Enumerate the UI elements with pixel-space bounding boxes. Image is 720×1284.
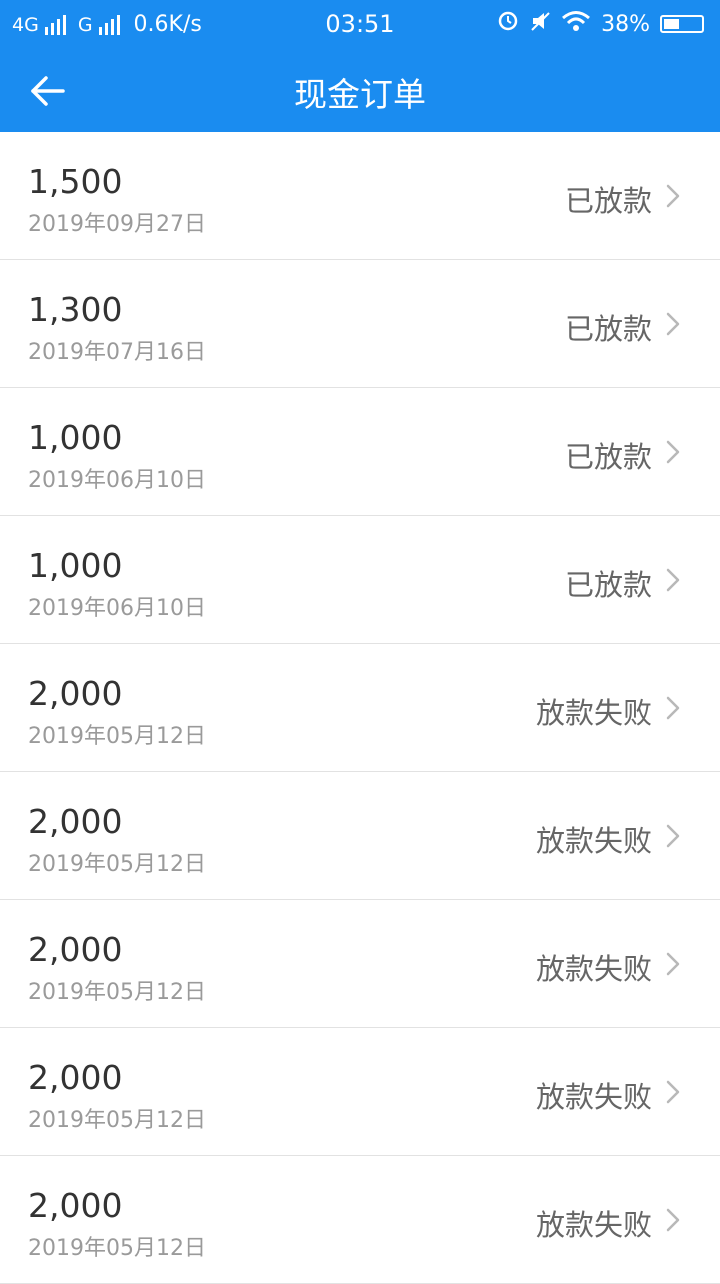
chevron-right-icon [666,1080,680,1104]
order-amount: 2,000 [28,930,123,969]
order-amount: 1,000 [28,546,123,585]
order-row[interactable]: 2,000 2019年05月12日 放款失败 [0,900,720,1028]
order-amount: 2,000 [28,802,123,841]
order-list: 1,500 2019年09月27日 已放款 1,300 2019年07月16日 已放款 1,… [0,132,720,1284]
order-amount: 2,000 [28,674,123,713]
chevron-right-icon [666,952,680,976]
wifi-icon [561,10,591,38]
status-bar-right: 38% [497,10,704,38]
order-date: 2019年05月12日 [28,1236,206,1261]
title-bar: 现金订单 [0,50,720,132]
battery-icon [660,15,704,33]
order-date: 2019年05月12日 [28,1108,206,1133]
chevron-right-icon [666,1208,680,1232]
order-date: 2019年06月10日 [28,596,206,621]
order-status: 已放款 [564,568,652,602]
chevron-right-icon [666,184,680,208]
chevron-right-icon [666,440,680,464]
order-amount: 1,300 [28,290,123,329]
order-amount: 1,000 [28,418,123,457]
order-status: 放款失败 [535,696,652,730]
order-row[interactable]: 2,000 2019年05月12日 放款失败 [0,1156,720,1284]
mute-icon [529,10,551,38]
order-row[interactable]: 2,000 2019年05月12日 放款失败 [0,644,720,772]
order-date: 2019年05月12日 [28,980,206,1005]
order-row[interactable]: 1,000 2019年06月10日 已放款 [0,516,720,644]
order-amount: 1,500 [28,162,123,201]
order-row[interactable]: 1,000 2019年06月10日 已放款 [0,388,720,516]
battery-percent: 38% [601,11,650,37]
order-amount: 2,000 [28,1186,123,1225]
order-row[interactable]: 2,000 2019年05月12日 放款失败 [0,772,720,900]
order-status: 已放款 [564,184,652,218]
order-status: 已放款 [564,312,652,346]
order-status: 已放款 [564,440,652,474]
order-status: 放款失败 [535,1080,652,1114]
chevron-right-icon [666,568,680,592]
order-date: 2019年05月12日 [28,724,206,749]
order-date: 2019年05月12日 [28,852,206,877]
order-row[interactable]: 2,000 2019年05月12日 放款失败 [0,1028,720,1156]
order-status: 放款失败 [535,1208,652,1242]
order-status: 放款失败 [535,952,652,986]
app-header: 4G G 0.6K/s 03:51 38% 现金订单 [0,0,720,132]
order-row[interactable]: 1,500 2019年09月27日 已放款 [0,132,720,260]
order-date: 2019年07月16日 [28,340,206,365]
chevron-right-icon [666,824,680,848]
page-title: 现金订单 [294,75,426,114]
order-date: 2019年06月10日 [28,468,206,493]
order-amount: 2,000 [28,1058,123,1097]
order-row[interactable]: 1,300 2019年07月16日 已放款 [0,260,720,388]
alarm-icon [497,10,519,38]
chevron-right-icon [666,696,680,720]
status-bar: 4G G 0.6K/s 03:51 38% [0,0,720,50]
order-status: 放款失败 [535,824,652,858]
chevron-right-icon [666,312,680,336]
order-date: 2019年09月27日 [28,212,206,237]
